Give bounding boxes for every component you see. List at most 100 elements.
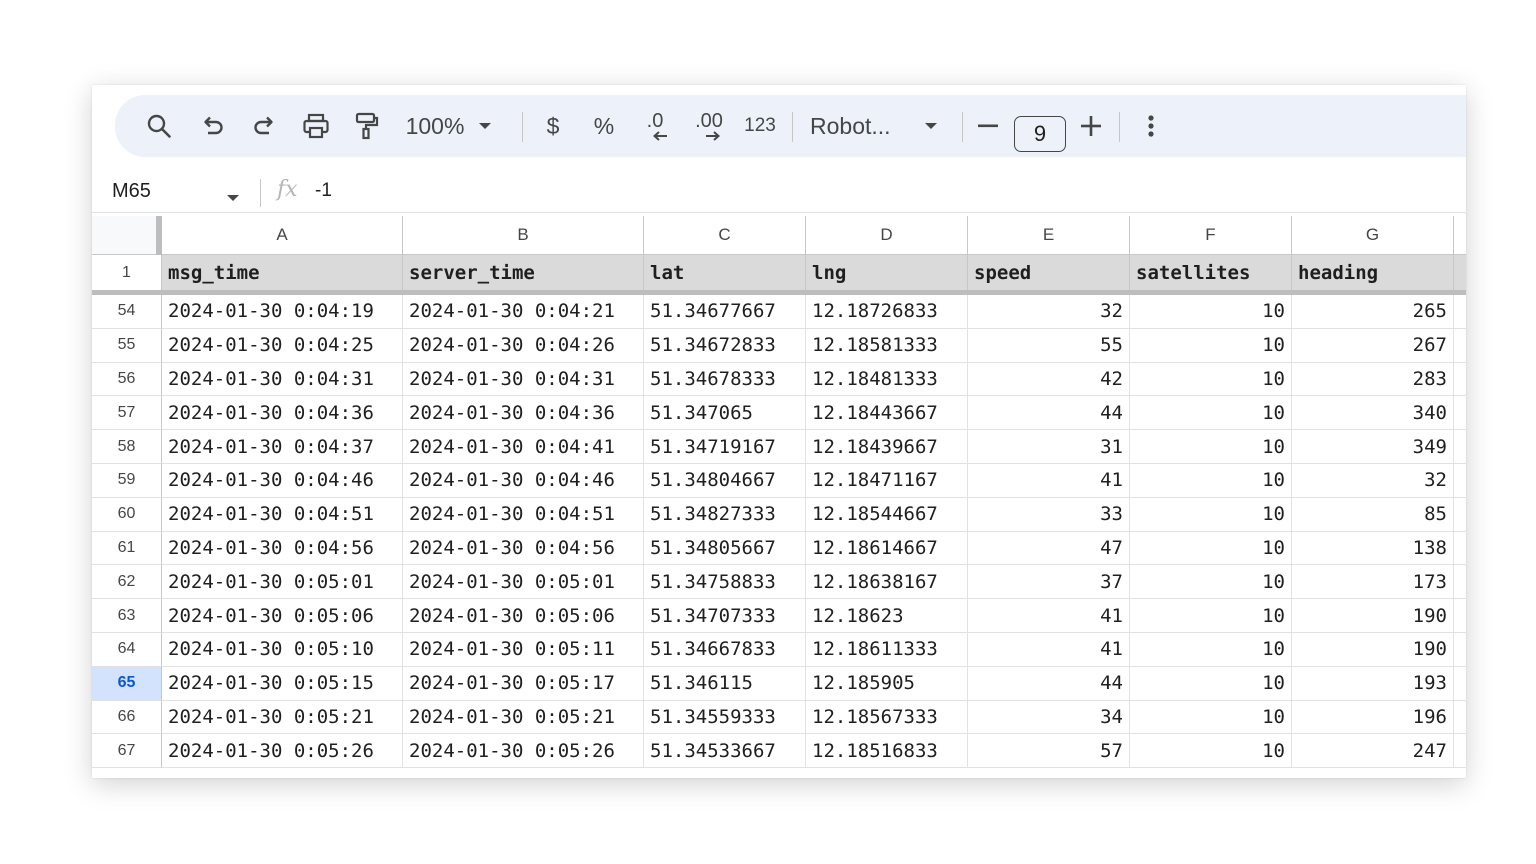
- table-cell[interactable]: 12.18443667: [806, 396, 968, 431]
- table-cell[interactable]: [1454, 701, 1466, 735]
- table-header-cell[interactable]: lng: [806, 255, 968, 291]
- table-cell[interactable]: 2024-01-30 0:04:56: [403, 531, 644, 566]
- table-cell[interactable]: 2024-01-30 0:05:21: [403, 700, 644, 735]
- column-header-a[interactable]: A: [162, 216, 403, 255]
- table-cell[interactable]: 247: [1292, 734, 1454, 769]
- table-cell[interactable]: 12.18516833: [806, 734, 968, 769]
- undo-icon[interactable]: [195, 95, 231, 157]
- table-cell[interactable]: 2024-01-30 0:05:01: [162, 565, 403, 600]
- table-cell[interactable]: 10: [1130, 362, 1292, 397]
- row-number[interactable]: 64: [92, 633, 162, 667]
- row-number[interactable]: 58: [92, 430, 162, 464]
- table-cell[interactable]: 51.34678333: [644, 362, 806, 397]
- table-cell[interactable]: 37: [968, 565, 1130, 600]
- row-number[interactable]: 61: [92, 531, 162, 566]
- table-header-cell[interactable]: server_time: [403, 255, 644, 291]
- plus-icon[interactable]: [1073, 95, 1109, 157]
- column-header-b[interactable]: B: [403, 216, 644, 255]
- table-cell[interactable]: 10: [1130, 430, 1292, 464]
- table-cell[interactable]: 2024-01-30 0:04:31: [403, 362, 644, 397]
- table-cell[interactable]: 12.18481333: [806, 362, 968, 397]
- table-cell[interactable]: 190: [1292, 599, 1454, 633]
- column-header-e[interactable]: E: [968, 216, 1130, 255]
- currency-format-button[interactable]: $: [535, 95, 571, 157]
- table-cell[interactable]: 41: [968, 464, 1130, 498]
- table-cell[interactable]: [1454, 633, 1466, 667]
- font-select[interactable]: Robot...: [810, 95, 900, 157]
- table-cell[interactable]: 47: [968, 531, 1130, 566]
- table-cell[interactable]: 51.34677667: [644, 295, 806, 329]
- column-header-c[interactable]: C: [644, 216, 806, 255]
- table-cell[interactable]: 190: [1292, 633, 1454, 667]
- column-header-h[interactable]: [1454, 216, 1466, 255]
- table-cell[interactable]: 12.18471167: [806, 464, 968, 498]
- row-number[interactable]: 1: [92, 255, 162, 291]
- table-cell[interactable]: 12.18614667: [806, 531, 968, 566]
- table-cell[interactable]: 267: [1292, 328, 1454, 363]
- table-cell[interactable]: 12.18623: [806, 599, 968, 633]
- table-cell[interactable]: [1454, 565, 1466, 600]
- table-cell[interactable]: 51.346115: [644, 666, 806, 701]
- column-header-d[interactable]: D: [806, 216, 968, 255]
- table-cell[interactable]: 85: [1292, 497, 1454, 532]
- table-cell[interactable]: [1454, 464, 1466, 498]
- table-cell[interactable]: 31: [968, 430, 1130, 464]
- table-cell[interactable]: 10: [1130, 666, 1292, 701]
- table-cell[interactable]: [1454, 295, 1466, 329]
- table-cell[interactable]: 2024-01-30 0:04:46: [403, 464, 644, 498]
- table-cell[interactable]: [1454, 396, 1466, 431]
- table-cell[interactable]: 51.34758833: [644, 565, 806, 600]
- table-cell[interactable]: 10: [1130, 396, 1292, 431]
- row-number[interactable]: 55: [92, 328, 162, 363]
- table-cell[interactable]: 10: [1130, 565, 1292, 600]
- table-cell[interactable]: 2024-01-30 0:04:36: [162, 396, 403, 431]
- table-cell[interactable]: 10: [1130, 531, 1292, 566]
- table-cell[interactable]: 51.34559333: [644, 700, 806, 735]
- table-cell[interactable]: 12.18544667: [806, 497, 968, 532]
- table-cell[interactable]: 2024-01-30 0:04:19: [162, 295, 403, 329]
- table-cell[interactable]: 12.185905: [806, 666, 968, 701]
- table-cell[interactable]: 2024-01-30 0:04:36: [403, 396, 644, 431]
- table-cell[interactable]: 41: [968, 633, 1130, 667]
- row-number[interactable]: 66: [92, 700, 162, 735]
- table-cell[interactable]: 349: [1292, 430, 1454, 464]
- table-cell[interactable]: 12.18439667: [806, 430, 968, 464]
- table-cell[interactable]: 196: [1292, 700, 1454, 735]
- table-cell[interactable]: 2024-01-30 0:05:01: [403, 565, 644, 600]
- decrease-decimal-button[interactable]: .0: [635, 95, 675, 157]
- table-cell[interactable]: 44: [968, 396, 1130, 431]
- zoom-select[interactable]: 100%: [404, 95, 466, 157]
- table-cell[interactable]: 41: [968, 599, 1130, 633]
- paint-format-icon[interactable]: [349, 95, 385, 157]
- row-number[interactable]: 59: [92, 464, 162, 498]
- row-number[interactable]: 60: [92, 497, 162, 532]
- table-cell[interactable]: [1454, 430, 1466, 464]
- font-size-input[interactable]: 9: [1014, 116, 1066, 152]
- search-icon[interactable]: [141, 95, 177, 157]
- percent-format-button[interactable]: %: [586, 95, 622, 157]
- table-cell[interactable]: [1454, 363, 1466, 397]
- table-cell[interactable]: 12.18726833: [806, 295, 968, 329]
- chevron-down-icon[interactable]: [921, 95, 941, 157]
- table-cell[interactable]: 283: [1292, 362, 1454, 397]
- column-header-f[interactable]: F: [1130, 216, 1292, 255]
- table-cell[interactable]: 51.347065: [644, 396, 806, 431]
- table-cell[interactable]: 2024-01-30 0:05:06: [162, 599, 403, 633]
- table-cell[interactable]: 51.34805667: [644, 531, 806, 566]
- table-cell[interactable]: 2024-01-30 0:04:46: [162, 464, 403, 498]
- table-cell[interactable]: 2024-01-30 0:04:51: [162, 497, 403, 532]
- minus-icon[interactable]: [970, 95, 1006, 157]
- table-cell[interactable]: 10: [1130, 464, 1292, 498]
- table-cell[interactable]: 2024-01-30 0:04:31: [162, 362, 403, 397]
- table-cell[interactable]: 10: [1130, 497, 1292, 532]
- table-cell[interactable]: 2024-01-30 0:05:26: [403, 734, 644, 769]
- row-number[interactable]: 65: [92, 666, 162, 701]
- table-cell[interactable]: 2024-01-30 0:04:25: [162, 328, 403, 363]
- number-format-button[interactable]: 123: [739, 95, 781, 157]
- table-cell[interactable]: 32: [1292, 464, 1454, 498]
- table-cell[interactable]: 33: [968, 497, 1130, 532]
- table-header-cell[interactable]: msg_time: [162, 255, 403, 291]
- table-cell[interactable]: [1454, 498, 1466, 532]
- table-cell[interactable]: [1454, 599, 1466, 633]
- table-cell[interactable]: 12.18611333: [806, 633, 968, 667]
